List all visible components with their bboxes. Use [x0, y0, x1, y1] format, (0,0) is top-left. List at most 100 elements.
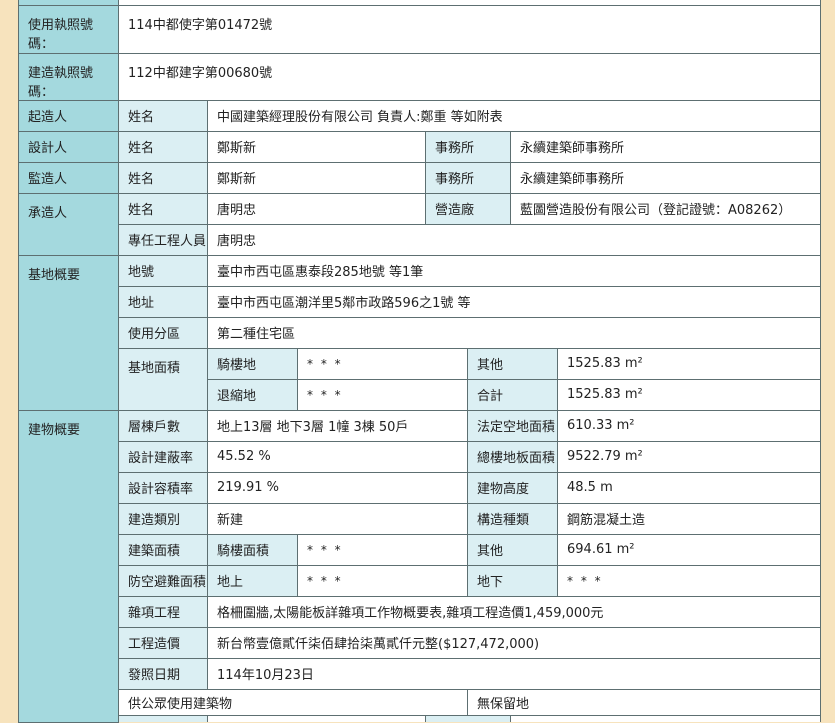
supervisor-name-label-cell: 姓名: [118, 161, 208, 194]
building-floors-row: 建物概要 層棟戶數 地上13層 地下3層 1幢 3棟 50戶 法定空地面積 61…: [18, 409, 822, 723]
building-open-space-value-cell: 610.33 m²: [556, 409, 822, 442]
site-area-other-label-cell: 其他: [467, 347, 558, 380]
building-cost-row: 工程造價 新台幣壹億貳仟柒佰肆拾柒萬貳仟元整($127,472,000): [19, 626, 822, 659]
building-shelter-below-label-cell: 地下: [467, 564, 558, 597]
building-total-floor-value-cell: 9522.79 m²: [556, 440, 822, 473]
building-built-area-arcade-value-cell: * * *: [297, 533, 468, 566]
site-lot-row: 基地概要 地號 臺中市西屯區惠泰段285地號 等1筆: [18, 254, 822, 411]
use-license-value-cell: 114中都使字第01472號: [117, 4, 822, 54]
building-shelter-above-value-cell: * * *: [297, 564, 468, 597]
build-license-label-cell: 建造執照號碼：: [18, 52, 119, 101]
building-cost-value-cell: 新台幣壹億貳仟柒佰肆拾柒萬貳仟元整($127,472,000): [206, 626, 822, 659]
applicant-category-cell: 起造人: [18, 99, 119, 132]
site-area-other-value-cell: 1525.83 m²: [556, 347, 822, 380]
building-misc-value-cell: 格柵圍牆,太陽能板詳雜項工作物概要表,雜項工程造價1,459,000元: [206, 595, 822, 628]
building-floors-value-cell: 地上13層 地下3層 1幢 3棟 50戶: [207, 409, 468, 442]
contractor-firm-label-cell: 營造廠: [425, 192, 511, 225]
building-misc-label-cell: 雜項工程: [118, 595, 208, 628]
building-height-value-cell: 48.5 m: [556, 471, 822, 504]
contractor-engineer-row: 專任工程人員 唐明忠: [19, 223, 822, 256]
site-area-setback-value-cell: * * *: [297, 378, 468, 411]
contractor-firm-value-cell: 藍圖營造股份有限公司（登記證號：A08262）: [509, 192, 822, 225]
applicant-row: 起造人 姓名 中國建築經理股份有限公司 負責人:鄭重 等如附表: [18, 99, 822, 132]
building-built-area-row: 建築面積 騎樓面積 * * * 其他 694.61 m²: [19, 533, 822, 566]
building-coverage-label-cell: 設計建蔽率: [118, 440, 208, 473]
site-address-value-cell: 臺中市西屯區潮洋里5鄰市政路596之1號 等: [206, 285, 822, 318]
site-area-arcade-value-cell: * * *: [297, 347, 468, 380]
building-shelter-below-value-cell: * * *: [556, 564, 822, 597]
site-area-arcade-row: 基地面積 騎樓地 * * * 其他 1525.83 m²: [19, 347, 822, 411]
applicant-name-value-cell: 中國建築經理股份有限公司 負責人:鄭重 等如附表: [206, 99, 822, 132]
supervisor-row: 監造人 姓名 鄭斯新 事務所 永續建築師事務所: [18, 161, 822, 194]
building-structure-value-cell: 鋼筋混凝土造: [556, 502, 822, 535]
building-category-cell: 建物概要: [18, 409, 119, 723]
designer-name-label-cell: 姓名: [118, 130, 208, 163]
site-zoning-label-cell: 使用分區: [118, 316, 208, 349]
site-zoning-value-cell: 第二種住宅區: [206, 316, 822, 349]
designer-category-cell: 設計人: [18, 130, 119, 163]
building-built-area-other-value-cell: 694.61 m²: [556, 533, 822, 566]
use-license-label-cell: 使用執照號碼：: [18, 4, 119, 54]
build-license-value-cell: 112中都建字第00680號: [117, 52, 822, 101]
designer-office-label-cell: 事務所: [425, 130, 511, 163]
site-area-total-label-cell: 合計: [467, 378, 558, 411]
permit-page: 使用執照號碼： 114中都使字第01472號 建造執照號碼： 112中都建字第0…: [0, 0, 835, 723]
partial-bottom-value-cell-1: [207, 714, 426, 722]
site-area-setback-label-cell: 退縮地: [207, 378, 298, 411]
building-far-label-cell: 設計容積率: [118, 471, 208, 504]
building-total-floor-label-cell: 總樓地板面積: [467, 440, 558, 473]
designer-office-value-cell: 永續建築師事務所: [509, 130, 822, 163]
designer-row: 設計人 姓名 鄭斯新 事務所 永續建築師事務所: [18, 130, 822, 163]
building-height-label-cell: 建物高度: [467, 471, 558, 504]
supervisor-category-cell: 監造人: [18, 161, 119, 194]
designer-name-value-cell: 鄭斯新: [207, 130, 426, 163]
building-coverage-row: 設計建蔽率 45.52 % 總樓地板面積 9522.79 m²: [19, 440, 822, 473]
supervisor-name-value-cell: 鄭斯新: [207, 161, 426, 194]
site-lot-label-cell: 地號: [118, 254, 208, 287]
partial-bottom-label-cell: [118, 714, 208, 722]
site-zoning-row: 使用分區 第二種住宅區: [19, 316, 822, 349]
building-public-use-row: 供公眾使用建築物 無保留地: [19, 688, 822, 716]
building-built-area-label-cell: 建築面積: [118, 533, 208, 566]
build-license-row: 建造執照號碼： 112中都建字第00680號: [18, 52, 822, 101]
building-built-area-other-label-cell: 其他: [467, 533, 558, 566]
partial-bottom-value-cell-2: [509, 714, 822, 722]
contractor-name-value-cell: 唐明忠: [207, 192, 426, 225]
site-category-cell: 基地概要: [18, 254, 119, 411]
building-type-value-cell: 新建: [207, 502, 468, 535]
building-shelter-row: 防空避難面積 地上 * * * 地下 * * *: [19, 564, 822, 597]
supervisor-office-label-cell: 事務所: [425, 161, 511, 194]
building-type-row: 建造類別 新建 構造種類 鋼筋混凝土造: [19, 502, 822, 535]
building-open-space-label-cell: 法定空地面積: [467, 409, 558, 442]
building-reserved-cell: 無保留地: [466, 688, 822, 716]
building-coverage-value-cell: 45.52 %: [207, 440, 468, 473]
site-lot-value-cell: 臺中市西屯區惠泰段285地號 等1筆: [206, 254, 822, 287]
partial-bottom-label-cell-2: [425, 714, 511, 722]
contractor-engineer-label-cell: 專任工程人員: [118, 223, 208, 256]
permit-info-table: 使用執照號碼： 114中都使字第01472號 建造執照號碼： 112中都建字第0…: [18, 0, 822, 723]
building-shelter-label-cell: 防空避難面積: [118, 564, 208, 597]
site-area-total-value-cell: 1525.83 m²: [556, 378, 822, 411]
building-issue-date-value-cell: 114年10月23日: [206, 657, 822, 690]
building-type-label-cell: 建造類別: [118, 502, 208, 535]
building-public-use-cell: 供公眾使用建築物: [118, 688, 468, 716]
supervisor-office-value-cell: 永續建築師事務所: [509, 161, 822, 194]
building-floors-label-cell: 層棟戶數: [118, 409, 208, 442]
applicant-name-label-cell: 姓名: [118, 99, 208, 132]
building-cost-label-cell: 工程造價: [118, 626, 208, 659]
building-far-row: 設計容積率 219.91 % 建物高度 48.5 m: [19, 471, 822, 504]
building-issue-date-label-cell: 發照日期: [118, 657, 208, 690]
partial-bottom-row: [19, 714, 822, 722]
site-address-label-cell: 地址: [118, 285, 208, 318]
site-area-arcade-label-cell: 騎樓地: [207, 347, 298, 380]
building-far-value-cell: 219.91 %: [207, 471, 468, 504]
site-area-label-cell: 基地面積: [118, 347, 208, 411]
building-built-area-arcade-label-cell: 騎樓面積: [207, 533, 298, 566]
site-address-row: 地址 臺中市西屯區潮洋里5鄰市政路596之1號 等: [19, 285, 822, 318]
contractor-row: 承造人 姓名 唐明忠 營造廠 藍圖營造股份有限公司（登記證號：A08262）: [18, 192, 822, 256]
building-misc-row: 雜項工程 格柵圍牆,太陽能板詳雜項工作物概要表,雜項工程造價1,459,000元: [19, 595, 822, 628]
contractor-engineer-value-cell: 唐明忠: [206, 223, 822, 256]
building-structure-label-cell: 構造種類: [467, 502, 558, 535]
use-license-row: 使用執照號碼： 114中都使字第01472號: [18, 4, 822, 54]
building-shelter-above-label-cell: 地上: [207, 564, 298, 597]
